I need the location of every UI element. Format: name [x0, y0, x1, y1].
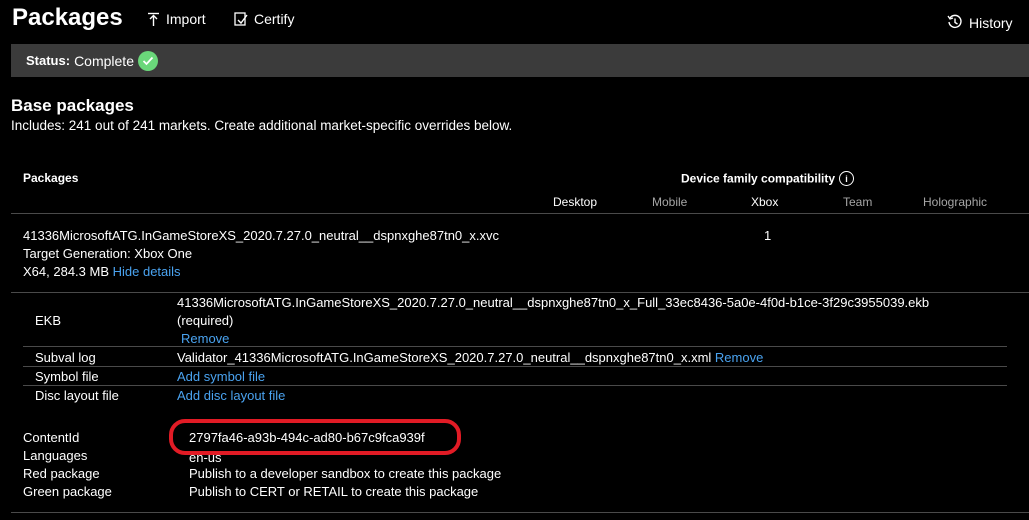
device-header-desktop: Desktop [553, 195, 598, 209]
add-symbol-file-link[interactable]: Add symbol file [177, 369, 265, 384]
red-package-label: Red package [23, 466, 100, 481]
divider [23, 385, 1007, 386]
divider [23, 366, 1007, 367]
subval-remove-link[interactable]: Remove [715, 350, 763, 365]
disc-layout-label: Disc layout file [35, 388, 119, 403]
status-label: Status: [26, 53, 71, 68]
subval-line: Validator_41336MicrosoftATG.InGameStoreX… [177, 350, 763, 365]
contentid-label: ContentId [23, 430, 80, 445]
red-package-value: Publish to a developer sandbox to create… [189, 466, 502, 481]
languages-label: Languages [23, 448, 88, 463]
green-package-label: Green package [23, 484, 112, 499]
target-generation: Target Generation: Xbox One [23, 246, 193, 261]
device-header-xbox: Xbox [751, 195, 779, 209]
add-disc-layout-file-link[interactable]: Add disc layout file [177, 388, 285, 403]
device-compat-label: Device family compatibility [681, 171, 836, 186]
certify-label: Certify [254, 11, 295, 27]
history-button[interactable]: History [947, 12, 1013, 31]
certify-icon [234, 11, 248, 27]
ekb-remove-link[interactable]: Remove [181, 331, 229, 346]
divider [11, 292, 1029, 293]
import-label: Import [166, 11, 206, 27]
status-bar: Status: Complete [11, 44, 1029, 77]
package-details-line: X64, 284.3 MB Hide details [23, 264, 181, 279]
certify-button[interactable]: Certify [234, 11, 294, 27]
import-icon [147, 12, 160, 27]
xbox-compat-value: 1 [764, 228, 772, 243]
device-compat-header: Device family compatibility i [681, 171, 855, 186]
history-label: History [969, 15, 1013, 31]
ekb-file: 41336MicrosoftATG.InGameStoreXS_2020.7.2… [177, 295, 930, 310]
device-header-holographic: Holographic [923, 195, 988, 209]
hide-details-link[interactable]: Hide details [113, 264, 181, 279]
green-package-value: Publish to CERT or RETAIL to create this… [189, 484, 479, 499]
package-name: 41336MicrosoftATG.InGameStoreXS_2020.7.2… [23, 228, 500, 243]
device-header-team: Team [843, 195, 873, 209]
ekb-required: (required) [177, 313, 234, 328]
device-header-mobile: Mobile [652, 195, 688, 209]
contentid-highlight [169, 419, 461, 455]
divider [23, 346, 1007, 347]
subval-label: Subval log [35, 350, 96, 365]
symbol-label: Symbol file [35, 369, 99, 384]
section-title: Base packages [11, 96, 134, 115]
ekb-label: EKB [35, 313, 62, 328]
section-subtitle: Includes: 241 out of 241 markets. Create… [11, 118, 513, 133]
import-button[interactable]: Import [147, 11, 206, 27]
top-bar: Packages Import Certify History [0, 0, 1029, 40]
page-title: Packages [12, 4, 123, 31]
status-value: Complete [74, 52, 134, 69]
history-icon [947, 14, 963, 30]
subval-file: Validator_41336MicrosoftATG.InGameStoreX… [177, 350, 712, 365]
info-icon[interactable]: i [839, 171, 855, 186]
divider [11, 512, 1029, 513]
arch-size: X64, 284.3 MB [23, 264, 109, 279]
check-circle-icon [137, 50, 158, 71]
packages-column-header: Packages [23, 171, 79, 185]
divider [11, 213, 1029, 214]
